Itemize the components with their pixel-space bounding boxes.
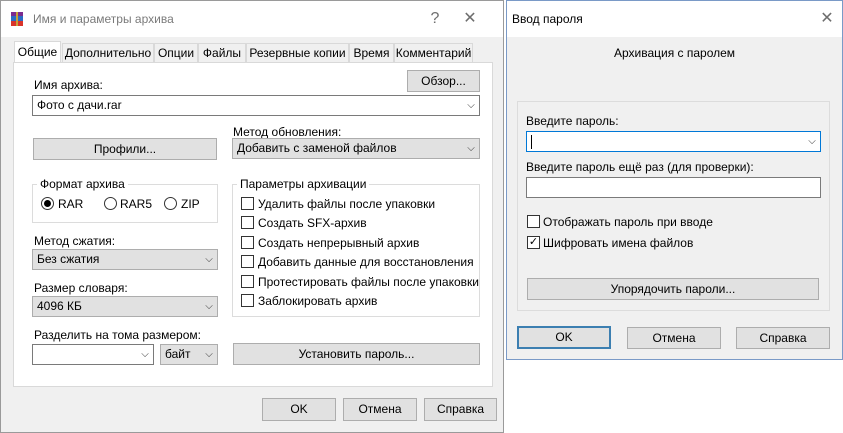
help-button[interactable]: Справка bbox=[424, 398, 497, 421]
ok-button[interactable]: OK bbox=[262, 398, 336, 421]
enter-password-label: Введите пароль: bbox=[526, 114, 619, 128]
radio-rar[interactable] bbox=[41, 197, 54, 210]
archive-name-label: Имя архива: bbox=[34, 78, 103, 92]
dictionary-size-label: Размер словаря: bbox=[34, 281, 128, 295]
password-window-titlebar: Ввод пароля ✕ bbox=[507, 1, 842, 37]
winrar-icon bbox=[9, 11, 25, 27]
help-question-icon[interactable]: ? bbox=[425, 10, 445, 28]
show-password-checkbox[interactable] bbox=[527, 215, 540, 228]
close-icon[interactable]: ✕ bbox=[459, 10, 481, 28]
chevron-down-icon[interactable]: ⌵ bbox=[464, 96, 478, 115]
cancel-button[interactable]: Отмена bbox=[343, 398, 417, 421]
password-window: Ввод пароля ✕ Архивация с паролем Введит… bbox=[506, 0, 843, 360]
recovery-record-label[interactable]: Добавить данные для восстановления bbox=[258, 255, 474, 269]
split-unit-value: байт bbox=[165, 347, 191, 361]
radio-zip[interactable] bbox=[164, 197, 177, 210]
update-method-select[interactable]: Добавить с заменой файлов bbox=[232, 138, 480, 159]
check-icon: ✓ bbox=[528, 236, 539, 248]
archive-name-value: Фото с дачи.rar bbox=[37, 98, 122, 112]
password-window-title: Ввод пароля bbox=[512, 12, 583, 26]
chevron-down-icon[interactable]: ⌵ bbox=[202, 250, 216, 269]
tab-comment[interactable]: Комментарий bbox=[394, 43, 473, 62]
chevron-down-icon[interactable]: ⌵ bbox=[202, 345, 216, 364]
browse-button[interactable]: Обзор... bbox=[407, 70, 480, 92]
set-password-button[interactable]: Установить пароль... bbox=[233, 343, 480, 365]
cancel-button[interactable]: Отмена bbox=[627, 327, 721, 349]
archive-params-legend: Параметры архивации bbox=[237, 177, 370, 191]
archive-name-combo[interactable]: Фото с дачи.rar bbox=[32, 95, 480, 116]
test-files-label[interactable]: Протестировать файлы после упаковки bbox=[258, 275, 479, 289]
tab-time[interactable]: Время bbox=[349, 43, 394, 62]
chevron-down-icon[interactable]: ⌵ bbox=[202, 297, 216, 316]
tab-advanced[interactable]: Дополнительно bbox=[62, 43, 154, 62]
create-sfx-label[interactable]: Создать SFX-архив bbox=[258, 216, 367, 230]
archive-format-legend: Формат архива bbox=[37, 177, 128, 191]
archive-window-title: Имя и параметры архива bbox=[33, 12, 174, 26]
archive-options-window: Имя и параметры архива ? ✕ Общие Дополни… bbox=[0, 0, 504, 433]
password-input[interactable] bbox=[526, 131, 821, 152]
tab-label: Опции bbox=[157, 46, 195, 60]
chevron-down-icon[interactable]: ⌵ bbox=[805, 132, 819, 151]
help-button[interactable]: Справка bbox=[736, 327, 830, 349]
update-method-value: Добавить с заменой файлов bbox=[237, 141, 397, 155]
tab-label: Дополнительно bbox=[64, 46, 152, 60]
split-size-input[interactable] bbox=[32, 344, 154, 365]
chevron-down-icon[interactable]: ⌵ bbox=[464, 139, 478, 158]
encrypt-names-label[interactable]: Шифровать имена файлов bbox=[543, 236, 693, 250]
tab-label: Комментарий bbox=[395, 46, 472, 60]
tab-label: Файлы bbox=[202, 46, 242, 60]
chevron-down-icon[interactable]: ⌵ bbox=[138, 345, 152, 364]
reenter-password-label: Введите пароль ещё раз (для проверки): bbox=[526, 160, 754, 174]
tab-backup[interactable]: Резервные копии bbox=[246, 43, 349, 62]
radio-zip-label[interactable]: ZIP bbox=[181, 197, 200, 211]
solid-archive-checkbox[interactable] bbox=[241, 236, 254, 249]
tab-label: Общие bbox=[17, 45, 58, 59]
delete-after-pack-label[interactable]: Удалить файлы после упаковки bbox=[258, 197, 435, 211]
encrypt-names-checkbox[interactable]: ✓ bbox=[527, 236, 540, 249]
profiles-button[interactable]: Профили... bbox=[33, 138, 217, 160]
delete-after-pack-checkbox[interactable] bbox=[241, 197, 254, 210]
split-volumes-label: Разделить на тома размером: bbox=[34, 328, 201, 342]
lock-archive-checkbox[interactable] bbox=[241, 294, 254, 307]
update-method-label: Метод обновления: bbox=[233, 125, 342, 139]
tab-label: Резервные копии bbox=[249, 46, 346, 60]
test-files-checkbox[interactable] bbox=[241, 275, 254, 288]
tab-general[interactable]: Общие bbox=[14, 41, 61, 63]
reenter-password-input[interactable] bbox=[526, 177, 821, 198]
lock-archive-label[interactable]: Заблокировать архив bbox=[258, 294, 377, 308]
show-password-label[interactable]: Отображать пароль при вводе bbox=[543, 215, 713, 229]
radio-rar5-label[interactable]: RAR5 bbox=[120, 197, 152, 211]
tab-label: Время bbox=[353, 46, 390, 60]
compression-method-select[interactable]: Без сжатия bbox=[32, 249, 218, 270]
dictionary-size-select[interactable]: 4096 КБ bbox=[32, 296, 218, 317]
radio-rar5[interactable] bbox=[104, 197, 117, 210]
archive-window-titlebar: Имя и параметры архива ? ✕ bbox=[1, 1, 503, 37]
solid-archive-label[interactable]: Создать непрерывный архив bbox=[258, 236, 419, 250]
radio-rar-label[interactable]: RAR bbox=[58, 197, 83, 211]
organize-passwords-button[interactable]: Упорядочить пароли... bbox=[527, 278, 819, 300]
tab-options[interactable]: Опции bbox=[154, 43, 198, 62]
close-icon[interactable]: ✕ bbox=[816, 10, 838, 28]
ok-button[interactable]: OK bbox=[517, 326, 611, 349]
dictionary-size-value: 4096 КБ bbox=[37, 299, 82, 313]
compression-method-label: Метод сжатия: bbox=[34, 234, 116, 248]
create-sfx-checkbox[interactable] bbox=[241, 216, 254, 229]
compression-method-value: Без сжатия bbox=[37, 252, 100, 266]
tab-files[interactable]: Файлы bbox=[198, 43, 246, 62]
radio-selected-dot bbox=[44, 200, 51, 207]
text-cursor bbox=[531, 134, 532, 149]
password-dialog-subtitle: Архивация с паролем bbox=[613, 46, 736, 60]
recovery-record-checkbox[interactable] bbox=[241, 255, 254, 268]
